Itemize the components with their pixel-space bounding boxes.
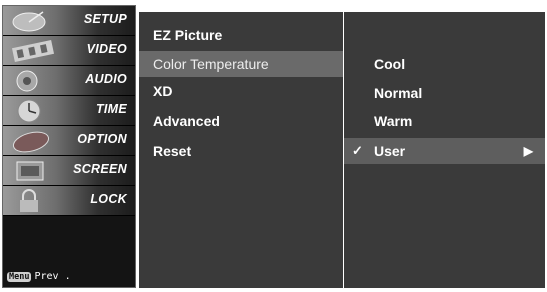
category-label: TIME	[95, 102, 127, 116]
category-label: LOCK	[90, 192, 127, 206]
submenu-item-label: XD	[153, 83, 173, 99]
option-cool[interactable]: Cool	[344, 51, 545, 77]
satellite-dish-icon	[12, 11, 46, 32]
submenu-item-ez-picture[interactable]: EZ Picture	[139, 22, 343, 48]
submenu-item-label: Advanced	[153, 113, 220, 129]
submenu-item-label: Reset	[153, 143, 192, 159]
color-temperature-options: Cool Normal Warm ✓ User ▶	[344, 12, 545, 288]
option-tag-icon	[12, 131, 50, 153]
picture-submenu: EZ Picture Color Temperature XD Advanced…	[139, 12, 343, 288]
submenu-item-label: EZ Picture	[153, 27, 223, 43]
arrow-right-icon: ▶	[523, 144, 533, 158]
submenu-item-label: Color Temperature	[153, 56, 269, 72]
submenu-item-xd[interactable]: XD	[139, 78, 343, 104]
category-screen[interactable]: SCREEN	[3, 156, 135, 186]
option-label: Normal	[374, 85, 423, 101]
category-label: OPTION	[77, 132, 127, 146]
option-label: Cool	[374, 56, 406, 72]
prev-hint: Menu Prev .	[7, 271, 71, 282]
category-sidebar: SETUP VIDEO AUDIO TIME OPTION SCREEN LOC…	[2, 5, 136, 288]
prev-label: Prev .	[34, 271, 71, 282]
speaker-icon	[16, 70, 38, 92]
category-label: VIDEO	[86, 42, 127, 56]
category-label: AUDIO	[85, 72, 127, 86]
category-audio[interactable]: AUDIO	[3, 66, 135, 96]
category-video[interactable]: VIDEO	[3, 36, 135, 66]
lock-icon	[20, 189, 38, 212]
category-label: SCREEN	[73, 162, 127, 176]
category-time[interactable]: TIME	[3, 96, 135, 126]
screen-icon	[16, 161, 44, 181]
option-warm[interactable]: Warm	[344, 108, 545, 134]
submenu-item-color-temperature[interactable]: Color Temperature	[139, 51, 343, 77]
option-label: User	[374, 143, 406, 159]
category-label: SETUP	[83, 12, 127, 26]
checkmark-icon: ✓	[352, 143, 363, 158]
submenu-item-reset[interactable]: Reset	[139, 138, 343, 164]
tv-menu-screen: SETUP VIDEO AUDIO TIME OPTION SCREEN LOC…	[0, 0, 547, 292]
film-strip-icon	[11, 39, 55, 63]
option-label: Warm	[374, 113, 413, 129]
category-option[interactable]: OPTION	[3, 126, 135, 156]
submenu-item-advanced[interactable]: Advanced	[139, 108, 343, 134]
clock-icon	[17, 99, 41, 123]
category-setup[interactable]: SETUP	[3, 6, 135, 36]
option-normal[interactable]: Normal	[344, 80, 545, 106]
menu-key-badge: Menu	[7, 272, 32, 282]
option-user[interactable]: ✓ User ▶	[344, 138, 545, 164]
category-lock[interactable]: LOCK	[3, 186, 135, 216]
